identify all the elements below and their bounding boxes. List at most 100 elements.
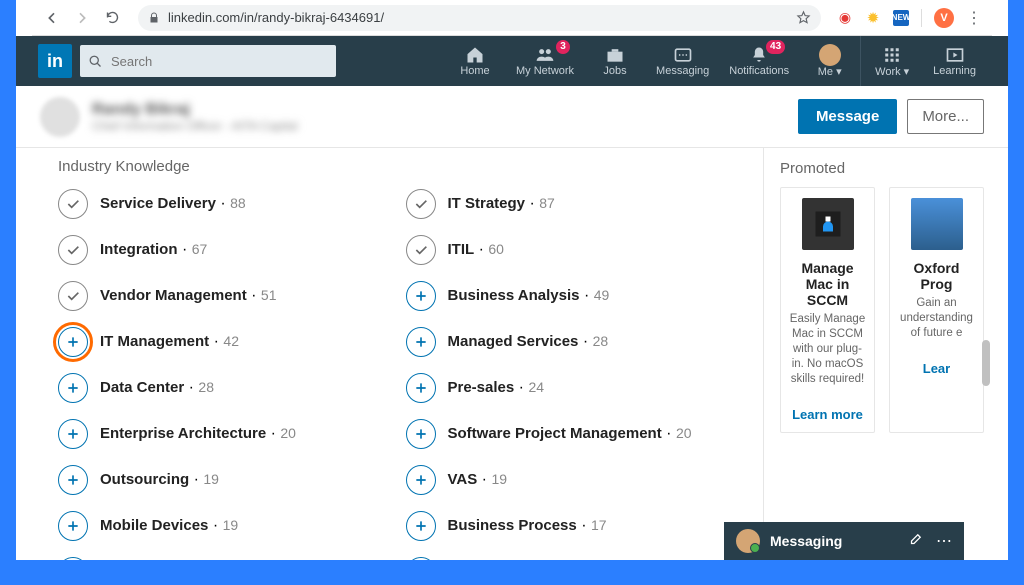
skill-name[interactable]: Pre-sales bbox=[448, 379, 515, 396]
endorse-add-button[interactable] bbox=[58, 373, 88, 403]
nav-me[interactable]: Me ▾ bbox=[799, 36, 861, 86]
skill-name[interactable]: Business Analysis bbox=[448, 287, 580, 304]
star-icon[interactable] bbox=[796, 10, 811, 25]
endorsed-check-icon[interactable] bbox=[58, 235, 88, 265]
endorse-add-button[interactable] bbox=[58, 511, 88, 541]
back-button[interactable] bbox=[42, 8, 62, 28]
nav-learning[interactable]: Learning bbox=[923, 36, 986, 86]
promo-link[interactable]: Lear bbox=[923, 361, 950, 376]
skill-count: 20 bbox=[676, 425, 692, 441]
skill-name[interactable]: Service Delivery bbox=[100, 195, 216, 212]
ext-icon-2[interactable]: ✹ bbox=[865, 10, 881, 26]
messaging-overlay[interactable]: Messaging ⋯ bbox=[724, 522, 964, 560]
skills-col-left: Service Delivery · 88Integration · 67Ven… bbox=[58, 189, 398, 560]
skill-name[interactable]: Managed Services bbox=[448, 333, 579, 350]
nav-home[interactable]: Home bbox=[444, 36, 506, 86]
skill-name[interactable]: VAS bbox=[448, 471, 478, 488]
skill-name[interactable]: IT Management bbox=[100, 333, 209, 350]
skill-row: Software Project Management · 20 bbox=[406, 419, 746, 449]
skills-panel: Industry Knowledge Service Delivery · 88… bbox=[40, 148, 764, 560]
nav-network[interactable]: 3 My Network bbox=[506, 36, 584, 86]
skill-name[interactable]: Mobile Devices bbox=[100, 517, 208, 534]
jobs-icon bbox=[605, 45, 625, 65]
skill-row: ITIL · 60 bbox=[406, 235, 746, 265]
endorse-add-button[interactable] bbox=[58, 557, 88, 560]
skill-count: 19 bbox=[223, 517, 239, 533]
endorsed-check-icon[interactable] bbox=[58, 281, 88, 311]
search-box[interactable] bbox=[80, 45, 336, 77]
promo-image bbox=[911, 198, 963, 250]
skill-count: 60 bbox=[488, 241, 504, 257]
nav-notifications[interactable]: 43 Notifications bbox=[719, 36, 799, 86]
forward-button[interactable] bbox=[72, 8, 92, 28]
promo-link[interactable]: Learn more bbox=[792, 407, 863, 422]
nav-messaging[interactable]: Messaging bbox=[646, 36, 719, 86]
endorse-add-button[interactable] bbox=[58, 419, 88, 449]
promo-card[interactable]: Manage Mac in SCCMEasily Manage Mac in S… bbox=[780, 187, 875, 433]
endorse-add-button[interactable] bbox=[406, 465, 436, 495]
skill-row: Service Delivery · 88 bbox=[58, 189, 398, 219]
search-input[interactable] bbox=[111, 54, 328, 69]
endorse-add-button[interactable] bbox=[406, 373, 436, 403]
profile-photo[interactable] bbox=[40, 97, 80, 137]
skill-count: 49 bbox=[594, 287, 610, 303]
lock-icon bbox=[148, 12, 160, 24]
promo-image bbox=[802, 198, 854, 250]
skill-row: IT Management · 42 bbox=[58, 327, 398, 357]
section-title: Industry Knowledge bbox=[58, 158, 745, 175]
skill-count: 19 bbox=[491, 471, 507, 487]
nav-work[interactable]: Work ▾ bbox=[861, 36, 923, 86]
endorse-add-button[interactable] bbox=[406, 281, 436, 311]
messaging-avatar bbox=[736, 529, 760, 553]
skill-name[interactable]: Outsourcing bbox=[100, 471, 189, 488]
skill-count: 42 bbox=[223, 333, 239, 349]
profile-avatar[interactable]: V bbox=[934, 8, 954, 28]
skill-row: Vendor Management · 51 bbox=[58, 281, 398, 311]
skill-name[interactable]: IT Strategy bbox=[448, 195, 526, 212]
more-button[interactable]: More... bbox=[907, 99, 984, 134]
promoted-label: Promoted bbox=[780, 160, 984, 177]
me-avatar bbox=[819, 45, 841, 65]
endorse-add-button[interactable] bbox=[58, 327, 88, 357]
menu-icon[interactable]: ⋮ bbox=[966, 8, 982, 28]
nav-jobs[interactable]: Jobs bbox=[584, 36, 646, 86]
message-button[interactable]: Message bbox=[798, 99, 897, 134]
skill-row: Data Center · 28 bbox=[58, 373, 398, 403]
skill-name[interactable]: Software Project Management bbox=[448, 425, 662, 442]
skill-name[interactable]: Business Process bbox=[448, 517, 577, 534]
skill-count: 88 bbox=[230, 195, 246, 211]
skill-row: IT Strategy · 87 bbox=[406, 189, 746, 219]
endorse-add-button[interactable] bbox=[406, 511, 436, 541]
messaging-label: Messaging bbox=[770, 533, 842, 549]
scrollbar-thumb[interactable] bbox=[982, 340, 990, 386]
skill-name[interactable]: Enterprise Architecture bbox=[100, 425, 266, 442]
promo-card[interactable]: Oxford ProgGain an understanding of futu… bbox=[889, 187, 984, 433]
address-bar[interactable]: linkedin.com/in/randy-bikraj-6434691/ bbox=[138, 5, 821, 31]
linkedin-logo[interactable]: in bbox=[38, 44, 72, 78]
skill-count: 28 bbox=[593, 333, 609, 349]
promo-title: Oxford Prog bbox=[898, 260, 975, 292]
skill-count: 28 bbox=[198, 379, 214, 395]
ext-icon-3[interactable]: NEW bbox=[893, 10, 909, 26]
compose-icon[interactable] bbox=[909, 531, 924, 551]
profile-header: Randy Bikraj Chief Information Officer -… bbox=[16, 86, 1008, 148]
endorsed-check-icon[interactable] bbox=[58, 189, 88, 219]
ext-icon-1[interactable]: ◉ bbox=[837, 10, 853, 26]
endorse-add-button[interactable] bbox=[406, 557, 436, 560]
endorse-add-button[interactable] bbox=[406, 419, 436, 449]
more-dots-icon[interactable]: ⋯ bbox=[936, 531, 952, 551]
skill-row: Outsourcing · 19 bbox=[58, 465, 398, 495]
skill-row: Business Process · 17 bbox=[406, 511, 746, 541]
network-badge: 3 bbox=[556, 40, 570, 54]
endorse-add-button[interactable] bbox=[406, 327, 436, 357]
endorsed-check-icon[interactable] bbox=[406, 189, 436, 219]
skill-row: VAS · 19 bbox=[406, 465, 746, 495]
reload-button[interactable] bbox=[102, 8, 122, 28]
skill-name[interactable]: Vendor Management bbox=[100, 287, 247, 304]
skill-row: Enterprise Architecture · 20 bbox=[58, 419, 398, 449]
endorsed-check-icon[interactable] bbox=[406, 235, 436, 265]
skill-name[interactable]: Data Center bbox=[100, 379, 184, 396]
skill-name[interactable]: ITIL bbox=[448, 241, 475, 258]
skill-name[interactable]: Integration bbox=[100, 241, 178, 258]
endorse-add-button[interactable] bbox=[58, 465, 88, 495]
